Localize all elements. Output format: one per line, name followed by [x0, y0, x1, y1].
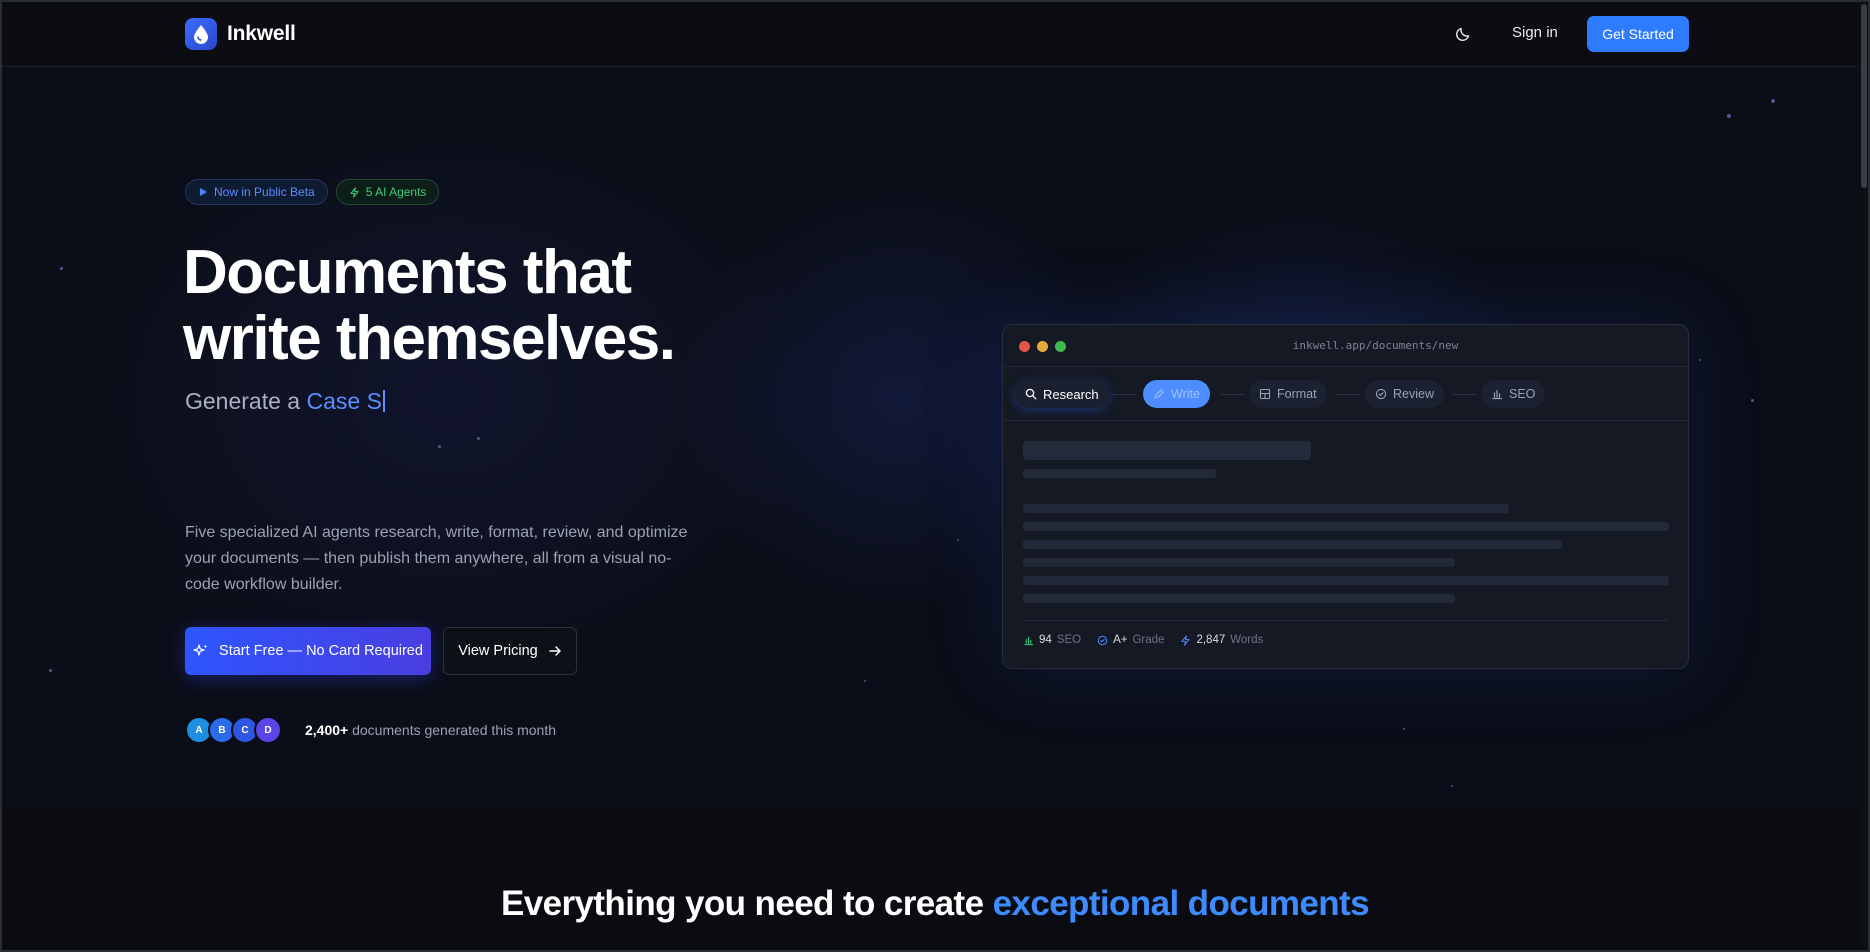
documents-count-label: documents generated this month — [352, 722, 557, 738]
grade-value: A+ — [1113, 634, 1128, 646]
headline-line-1: Documents that — [183, 238, 632, 307]
seo-stat: 94 SEO — [1023, 634, 1081, 646]
preview-stats: 94 SEO A+ Grade 2,847 Words — [1023, 634, 1263, 646]
view-pricing-button[interactable]: View Pricing — [443, 627, 577, 675]
public-beta-label: Now in Public Beta — [214, 185, 315, 199]
step-seo-label: SEO — [1509, 387, 1536, 401]
typewriter-prefix: Generate a — [185, 388, 301, 414]
star-dot — [477, 437, 480, 440]
bar-chart-icon — [1024, 636, 1034, 645]
play-icon — [200, 188, 207, 196]
window-titlebar: inkwell.app/documents/new — [1003, 325, 1688, 367]
social-proof-text: 2,400+ documents generated this month — [305, 722, 556, 738]
start-free-button[interactable]: Start Free — No Card Required — [185, 627, 431, 675]
step-connector — [1221, 394, 1245, 395]
window-url: inkwell.app/documents/new — [1292, 339, 1459, 352]
star-dot — [957, 539, 959, 541]
star-dot — [1699, 359, 1701, 361]
seo-label: SEO — [1056, 634, 1082, 646]
step-research[interactable]: Research — [1015, 380, 1109, 408]
features-heading: Everything you need to create exceptiona… — [0, 884, 1870, 924]
star-dot — [438, 445, 441, 448]
brand-name: Inkwell — [227, 22, 296, 45]
documents-count: 2,400+ — [305, 722, 349, 738]
scrollbar-thumb[interactable] — [1861, 4, 1867, 188]
preview-divider — [1023, 620, 1668, 621]
step-write[interactable]: Write — [1143, 380, 1210, 408]
headline-line-2: write themselves. — [183, 304, 676, 373]
step-research-label: Research — [1043, 386, 1099, 402]
typing-caret — [382, 390, 385, 412]
bar-chart-icon — [1492, 389, 1503, 400]
skeleton-line — [1023, 504, 1509, 513]
get-started-button[interactable]: Get Started — [1587, 16, 1689, 52]
star-dot — [1403, 728, 1405, 730]
step-connector — [1111, 394, 1135, 395]
step-connector — [1453, 394, 1477, 395]
typewriter-text: Case S — [306, 388, 382, 414]
ai-agents-badge: 5 AI Agents — [335, 179, 440, 205]
words-stat: 2,847 Words — [1180, 634, 1263, 646]
skeleton-line — [1023, 576, 1669, 585]
step-review[interactable]: Review — [1365, 380, 1444, 408]
skeleton-line — [1023, 540, 1562, 549]
check-circle-icon — [1097, 635, 1108, 645]
skeleton-title — [1023, 441, 1311, 460]
app-preview-window: inkwell.app/documents/new Research Write… — [1002, 324, 1689, 669]
workflow-steps: Research Write Format Review SEO — [1003, 367, 1688, 421]
typewriter-line: Generate a Case S — [185, 388, 385, 415]
grade-stat: A+ Grade — [1097, 634, 1164, 646]
star-dot — [60, 267, 63, 270]
hero-badges: Now in Public Beta 5 AI Agents — [185, 179, 440, 205]
lightning-icon — [1181, 634, 1191, 646]
view-pricing-label: View Pricing — [458, 643, 538, 659]
words-label: Words — [1230, 634, 1264, 646]
star-dot — [49, 669, 52, 672]
search-icon — [1025, 388, 1037, 400]
hero-headline: Documents that write themselves. — [183, 240, 743, 372]
hero-description: Five specialized AI agents research, wri… — [185, 524, 688, 593]
skeleton-line — [1023, 558, 1455, 567]
seo-value: 94 — [1039, 634, 1052, 646]
star-dot — [1451, 785, 1453, 787]
star-dot — [1751, 399, 1754, 402]
social-proof: A B C D 2,400+ documents generated this … — [185, 716, 556, 744]
sparkle-icon — [193, 644, 208, 656]
avatar-stack: A B C D — [185, 716, 282, 744]
arrow-right-icon — [549, 646, 561, 656]
start-free-label: Start Free — No Card Required — [219, 643, 423, 659]
check-circle-icon — [1375, 388, 1387, 400]
public-beta-badge: Now in Public Beta — [185, 179, 328, 205]
ink-drop-logo-icon — [185, 18, 217, 50]
step-format-label: Format — [1277, 387, 1317, 401]
ai-agents-label: 5 AI Agents — [365, 185, 427, 199]
avatar: D — [254, 716, 282, 744]
grade-label: Grade — [1132, 634, 1165, 646]
skeleton-line — [1023, 594, 1455, 603]
hero-section: Now in Public Beta 5 AI Agents Documents… — [0, 68, 1870, 808]
layout-icon — [1259, 388, 1271, 400]
step-review-label: Review — [1393, 387, 1434, 401]
step-seo[interactable]: SEO — [1481, 380, 1546, 408]
top-nav: Inkwell Sign in Get Started — [0, 0, 1870, 67]
sign-in-link[interactable]: Sign in — [1512, 24, 1558, 41]
words-value: 2,847 — [1196, 634, 1226, 646]
features-heading-prefix: Everything you need to create — [501, 884, 984, 923]
pen-icon — [1154, 389, 1164, 399]
step-format[interactable]: Format — [1249, 380, 1327, 408]
star-dot — [864, 680, 866, 682]
star-dot — [1727, 114, 1731, 118]
skeleton-line — [1023, 522, 1669, 531]
lightning-icon — [350, 186, 359, 198]
step-connector — [1337, 394, 1361, 395]
skeleton-subtitle — [1023, 469, 1216, 478]
star-dot — [1771, 99, 1775, 103]
brand[interactable]: Inkwell — [185, 18, 296, 50]
moon-icon[interactable] — [1453, 24, 1473, 44]
features-heading-accent: exceptional documents — [992, 884, 1370, 923]
step-write-label: Write — [1171, 387, 1200, 401]
